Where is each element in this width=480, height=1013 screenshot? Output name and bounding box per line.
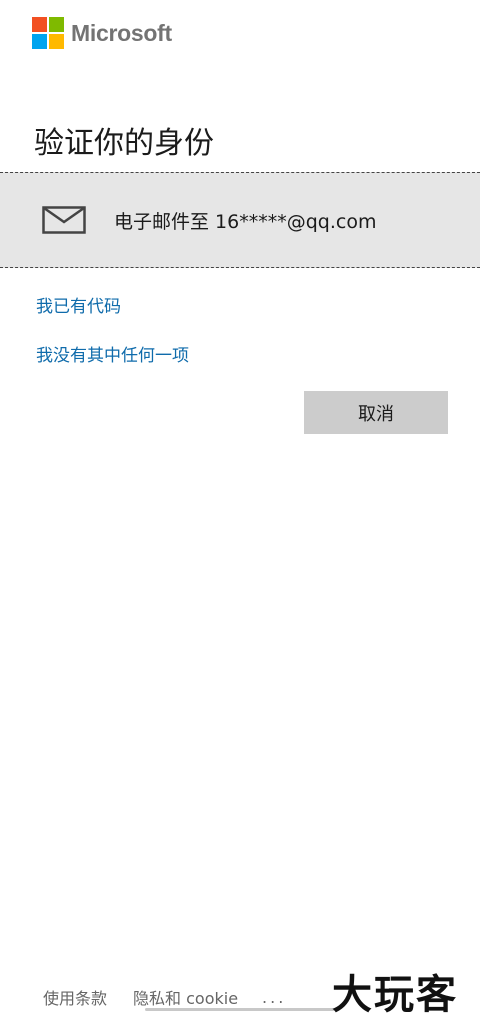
cancel-button[interactable]: 取消 — [304, 391, 448, 434]
terms-of-use-link[interactable]: 使用条款 — [43, 985, 107, 1009]
page-title: 验证你的身份 — [34, 126, 214, 161]
footer: 使用条款 隐私和 cookie ... — [43, 985, 286, 1009]
microsoft-logo-icon — [32, 17, 64, 49]
verify-identity-page: Microsoft 验证你的身份 电子邮件至 16*****@qq.com 我已… — [0, 0, 480, 1013]
watermark-logo: 大玩客 — [332, 972, 458, 1013]
privacy-cookies-link[interactable]: 隐私和 cookie — [133, 985, 238, 1009]
email-option-label: 电子邮件至 16*****@qq.com — [114, 210, 377, 233]
home-indicator — [145, 1008, 335, 1011]
have-code-link[interactable]: 我已有代码 — [36, 292, 121, 317]
mail-icon — [42, 206, 86, 234]
more-options-button[interactable]: ... — [262, 988, 286, 1007]
microsoft-logo: Microsoft — [32, 17, 172, 49]
email-verification-option[interactable]: 电子邮件至 16*****@qq.com — [0, 172, 480, 268]
none-of-these-link[interactable]: 我没有其中任何一项 — [36, 341, 189, 366]
brand-name: Microsoft — [71, 19, 172, 46]
